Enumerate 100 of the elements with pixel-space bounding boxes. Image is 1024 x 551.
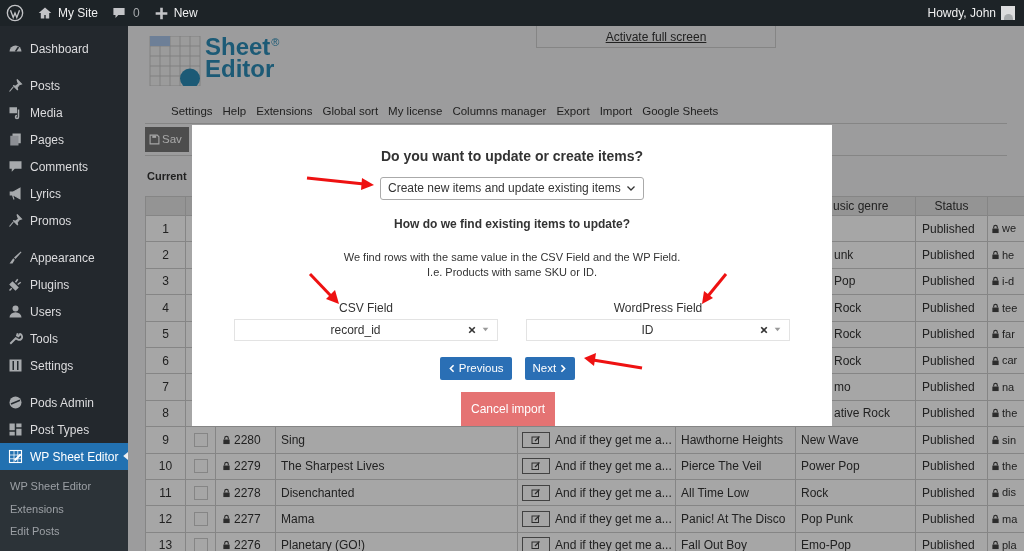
table-cell-text: And if they get me a... <box>555 537 672 551</box>
edit-button[interactable] <box>522 537 550 551</box>
pushpin-icon <box>8 78 23 93</box>
table-cell-text: Mama <box>281 511 315 528</box>
row-number: 4 <box>162 299 169 317</box>
table-cell-text: Published <box>922 326 975 344</box>
new-link[interactable]: New <box>173 4 198 22</box>
table-cell-text: All Time Low <box>681 484 750 502</box>
sidebar-item[interactable]: WP Sheet Editor <box>0 443 128 470</box>
table-cell-text: we <box>1002 221 1017 237</box>
triangle-down-icon <box>482 326 489 334</box>
table-cell-text: Published <box>922 458 975 476</box>
row-checkbox[interactable] <box>193 512 208 526</box>
padlock-icon <box>991 329 1000 340</box>
next-button[interactable]: Next <box>524 356 576 380</box>
wordpress-logo-icon[interactable] <box>6 4 24 22</box>
padlock-icon <box>991 487 1000 498</box>
registered-mark: ® <box>271 36 280 48</box>
clear-x-icon <box>468 325 476 334</box>
row-checkbox[interactable] <box>193 432 208 447</box>
table-cell-text: ative Rock <box>834 405 891 423</box>
sidebar-item[interactable]: Tools <box>0 325 128 352</box>
padlock-icon <box>222 434 231 445</box>
sidebar-item[interactable]: Pages <box>0 126 128 153</box>
home-icon[interactable] <box>38 6 52 20</box>
greeting-link[interactable]: Howdy, John <box>927 4 996 22</box>
submenu-item[interactable]: Edit Posts <box>0 523 128 546</box>
speech-bubble-icon[interactable] <box>112 6 126 20</box>
table-cell-text: Emo-Pop <box>801 537 852 551</box>
table-cell-text: Hawthorne Heights <box>681 431 784 449</box>
column-header[interactable]: Status <box>934 197 969 215</box>
row-checkbox[interactable] <box>193 485 208 500</box>
plus-icon[interactable] <box>154 6 168 20</box>
row-checkbox[interactable] <box>193 459 208 474</box>
sidebar-item[interactable]: Post Types <box>0 416 128 443</box>
edit-button[interactable] <box>522 431 550 448</box>
edit-button[interactable] <box>522 484 550 501</box>
field-dropdown[interactable]: ID <box>526 318 790 341</box>
sidebar-item[interactable]: Appearance <box>0 244 128 271</box>
mode-dropdown[interactable]: Create new items and update existing items <box>380 177 644 200</box>
section-heading: How do we find existing items to update? <box>394 215 630 233</box>
paintbrush-icon <box>8 250 23 265</box>
sidebar-item[interactable]: Dashboard <box>0 35 128 62</box>
table-cell-text: And if they get me a... <box>555 458 672 476</box>
padlock-icon <box>222 514 231 524</box>
menu-link[interactable]: Settings <box>171 102 213 121</box>
sidebar-item[interactable]: Comments <box>0 153 128 180</box>
submenu-item[interactable]: Extensions <box>0 500 128 523</box>
site-link[interactable]: My Site <box>58 4 98 22</box>
row-number: 8 <box>162 405 169 423</box>
pencil-square-icon <box>531 487 541 498</box>
edit-button[interactable] <box>522 511 550 527</box>
sidebar-item[interactable]: Promos <box>0 207 128 234</box>
field-label: CSV Field <box>339 299 393 317</box>
row-number: 3 <box>162 273 169 291</box>
menu-link[interactable]: Columns manager <box>452 102 547 121</box>
padlock-icon <box>991 250 1000 261</box>
field-dropdown[interactable]: record_id <box>234 318 498 341</box>
menu-link[interactable]: Import <box>599 102 633 121</box>
sidebar-item[interactable]: Posts <box>0 72 128 99</box>
wrench-icon <box>8 331 23 346</box>
menu-link[interactable]: Export <box>556 102 590 121</box>
previous-button[interactable]: Previous <box>439 356 512 380</box>
menu-link[interactable]: My license <box>388 102 443 121</box>
save-button[interactable]: Sav <box>145 127 189 152</box>
row-checkbox[interactable] <box>193 538 208 551</box>
sidebar-item[interactable]: Users <box>0 298 128 325</box>
row-number: 6 <box>162 352 169 370</box>
pencil-square-icon <box>531 434 541 445</box>
sidebar-item[interactable]: Media <box>0 99 128 126</box>
sidebar-item[interactable]: Lyrics <box>0 180 128 207</box>
table-cell-text: Published <box>922 247 975 265</box>
sidebar-item[interactable]: Pods Admin <box>0 389 128 416</box>
menu-link[interactable]: Google Sheets <box>642 102 719 121</box>
table-cell-text: Power Pop <box>801 458 860 476</box>
menu-link[interactable]: Extensions <box>256 102 313 121</box>
table-cell-text: New Wave <box>801 431 859 449</box>
table-cell-text: 2276 <box>234 537 261 551</box>
sidebar-item[interactable]: Settings <box>0 352 128 379</box>
table-cell-text: ma <box>1002 511 1018 527</box>
padlock-icon <box>991 434 1000 445</box>
column-header[interactable]: usic genre <box>833 197 889 215</box>
pencil-square-icon <box>531 514 541 524</box>
padlock-icon <box>991 514 1000 524</box>
pointer-arrow <box>584 353 643 370</box>
table-cell-text: unk <box>834 247 854 265</box>
sidebar-item[interactable]: Plugins <box>0 271 128 298</box>
table-cell-text: Rock <box>834 326 862 344</box>
edit-button[interactable] <box>522 458 550 475</box>
comment-count: 0 <box>133 5 140 22</box>
row-number: 1 <box>162 220 169 238</box>
table-cell-text: Published <box>922 431 975 449</box>
table-cell-text: 2278 <box>234 484 261 502</box>
table-cell-text: 2277 <box>234 511 261 528</box>
clear-x-icon <box>760 325 768 334</box>
table-cell-text: pla <box>1002 538 1017 551</box>
menu-link[interactable]: Help <box>222 102 247 121</box>
submenu-item[interactable]: WP Sheet Editor <box>0 478 128 501</box>
menu-link[interactable]: Global sort <box>322 102 379 121</box>
padlock-icon <box>991 302 1000 313</box>
